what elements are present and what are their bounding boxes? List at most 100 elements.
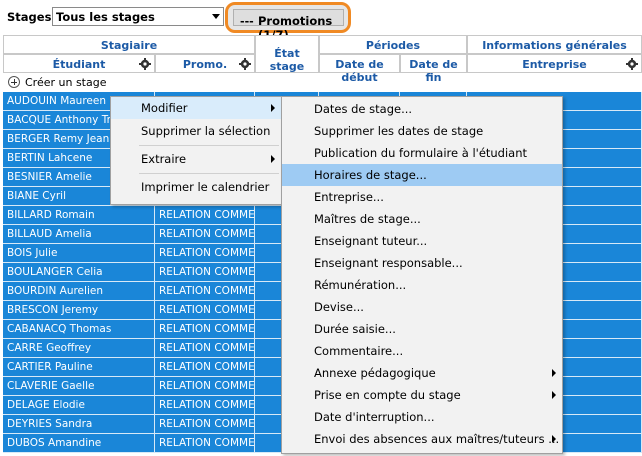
header-promo[interactable]: Promo. — [155, 54, 255, 73]
submenu-item-label: Entreprise... — [314, 190, 384, 204]
submenu-item-label: Rémunération... — [314, 278, 407, 292]
header-infos-generales: Informations générales — [467, 35, 642, 54]
gear-icon[interactable] — [239, 58, 251, 70]
header-entreprise-label: Entreprise — [522, 58, 587, 71]
submenu-item[interactable]: Durée saisie... — [282, 318, 562, 340]
chevron-right-icon — [552, 435, 556, 443]
submenu-item[interactable]: Rémunération... — [282, 274, 562, 296]
cell-student[interactable]: CARRE Geoffrey — [3, 339, 155, 358]
submenu-item-label: Devise... — [314, 300, 364, 314]
chevron-right-icon — [552, 391, 556, 399]
submenu-item-label: Enseignant responsable... — [314, 256, 463, 270]
context-menu: Modifier Supprimer la sélection Extraire… — [110, 96, 282, 205]
stages-select[interactable]: Tous les stages — [52, 7, 224, 26]
cell-promo[interactable]: RELATION COMMER — [155, 206, 255, 225]
submenu-item[interactable]: Enseignant responsable... — [282, 252, 562, 274]
submenu-item-label: Enseignant tuteur... — [314, 234, 428, 248]
header-promo-label: Promo. — [182, 58, 228, 71]
cell-student[interactable]: CABANACQ Thomas — [3, 320, 155, 339]
submenu-item[interactable]: Prise en compte du stage — [282, 384, 562, 406]
submenu-item[interactable]: Envoi des absences aux maîtres/tuteurs .… — [282, 428, 562, 450]
header-etudiant[interactable]: Étudiant — [3, 54, 155, 73]
gear-icon[interactable] — [626, 58, 638, 70]
submenu-item-label: Durée saisie... — [314, 322, 396, 336]
submenu-item[interactable]: Maîtres de stage... — [282, 208, 562, 230]
submenu-item-label: Dates de stage... — [314, 102, 413, 116]
cell-promo[interactable]: RELATION COMMER — [155, 415, 255, 434]
header-periodes: Périodes — [319, 35, 467, 54]
menu-item-modifier[interactable]: Modifier — [111, 97, 281, 119]
menu-item-imprimer-label: Imprimer le calendrier — [141, 180, 270, 194]
submenu-item[interactable]: Supprimer les dates de stage — [282, 120, 562, 142]
stages-select-value: Tous les stages — [56, 10, 155, 24]
cell-promo[interactable]: RELATION COMMER — [155, 358, 255, 377]
submenu-item[interactable]: Devise... — [282, 296, 562, 318]
header-entreprise[interactable]: Entreprise — [467, 54, 642, 73]
submenu-item-label: Horaires de stage... — [314, 168, 427, 182]
stages-label: Stages — [7, 10, 52, 24]
cell-promo[interactable]: RELATION COMMER — [155, 320, 255, 339]
cell-promo[interactable]: RELATION COMMER — [155, 263, 255, 282]
header-etudiant-label: Étudiant — [52, 58, 106, 71]
menu-item-imprimer[interactable]: Imprimer le calendrier — [111, 176, 281, 198]
menu-item-extraire[interactable]: Extraire — [111, 148, 281, 170]
cell-promo[interactable]: RELATION COMMER — [155, 339, 255, 358]
menu-item-modifier-label: Modifier — [141, 101, 188, 115]
chevron-right-icon — [271, 104, 275, 112]
cell-student[interactable]: DELAGE Elodie — [3, 396, 155, 415]
cell-promo[interactable]: RELATION COMMER — [155, 396, 255, 415]
menu-separator — [139, 145, 279, 146]
submenu-item-label: Supprimer les dates de stage — [314, 124, 484, 138]
cell-student[interactable]: BOULANGER Celia — [3, 263, 155, 282]
cell-promo[interactable]: RELATION COMMER — [155, 244, 255, 263]
gear-icon[interactable] — [139, 58, 151, 70]
cell-promo[interactable]: RELATION COMMER — [155, 301, 255, 320]
submenu-item-label: Envoi des absences aux maîtres/tuteurs .… — [314, 432, 560, 446]
submenu-item[interactable]: Enseignant tuteur... — [282, 230, 562, 252]
submenu-item[interactable]: Entreprise... — [282, 186, 562, 208]
cell-promo[interactable]: RELATION COMMER — [155, 377, 255, 396]
submenu-modifier: Dates de stage... Supprimer les dates de … — [281, 96, 563, 454]
chevron-right-icon — [271, 155, 275, 163]
submenu-item[interactable]: Annexe pédagogique — [282, 362, 562, 384]
cell-student[interactable]: DEYRIES Sandra — [3, 415, 155, 434]
submenu-item-label: Maîtres de stage... — [314, 212, 421, 226]
cell-student[interactable]: BILLARD Romain — [3, 206, 155, 225]
menu-separator — [139, 173, 279, 174]
submenu-item-label: Commentaire... — [314, 344, 404, 358]
plus-circle-icon — [8, 76, 20, 88]
cell-student[interactable]: BRESCON Jeremy — [3, 301, 155, 320]
cell-student[interactable]: BOURDIN Aurelien — [3, 282, 155, 301]
submenu-item[interactable]: Commentaire... — [282, 340, 562, 362]
promotions-button-inner: --- Promotions (1/7) — [233, 9, 344, 42]
create-stage-row[interactable]: Créer un stage — [3, 73, 642, 92]
submenu-item[interactable]: Publication du formulaire à l'étudiant — [282, 142, 562, 164]
submenu-item[interactable]: Horaires de stage... — [282, 164, 562, 186]
cell-student[interactable]: BILLAUD Amelia — [3, 225, 155, 244]
submenu-item[interactable]: Date d'interruption... — [282, 406, 562, 428]
submenu-item-label: Date d'interruption... — [314, 410, 435, 424]
header-etat-stage[interactable]: État stage — [255, 35, 319, 73]
cell-promo[interactable]: RELATION COMMER — [155, 434, 255, 453]
menu-item-extraire-label: Extraire — [141, 152, 187, 166]
cell-promo[interactable]: RELATION COMMER — [155, 282, 255, 301]
chevron-down-icon — [212, 14, 220, 19]
cell-promo[interactable]: RELATION COMMER — [155, 225, 255, 244]
ellipsis-icon: --- — [240, 15, 254, 28]
header-stagiaire: Stagiaire — [3, 35, 255, 54]
cell-student[interactable]: CLAVERIE Gaelle — [3, 377, 155, 396]
menu-item-supprimer-label: Supprimer la sélection — [141, 124, 271, 138]
header-date-fin[interactable]: Date de fin — [400, 54, 467, 84]
header-date-debut[interactable]: Date de début — [319, 54, 400, 84]
submenu-item-label: Annexe pédagogique — [314, 366, 436, 380]
menu-item-supprimer[interactable]: Supprimer la sélection — [111, 120, 281, 142]
chevron-right-icon — [552, 369, 556, 377]
promotions-button[interactable]: --- Promotions (1/7) — [225, 2, 351, 42]
submenu-item[interactable]: Dates de stage... — [282, 98, 562, 120]
submenu-item-label: Publication du formulaire à l'étudiant — [314, 146, 528, 160]
cell-student[interactable]: BOIS Julie — [3, 244, 155, 263]
cell-student[interactable]: CARTIER Pauline — [3, 358, 155, 377]
toolbar: Stages Tous les stages --- Promotions (1… — [0, 0, 642, 42]
cell-student[interactable]: DUBOS Amandine — [3, 434, 155, 453]
create-stage-label: Créer un stage — [25, 76, 107, 89]
